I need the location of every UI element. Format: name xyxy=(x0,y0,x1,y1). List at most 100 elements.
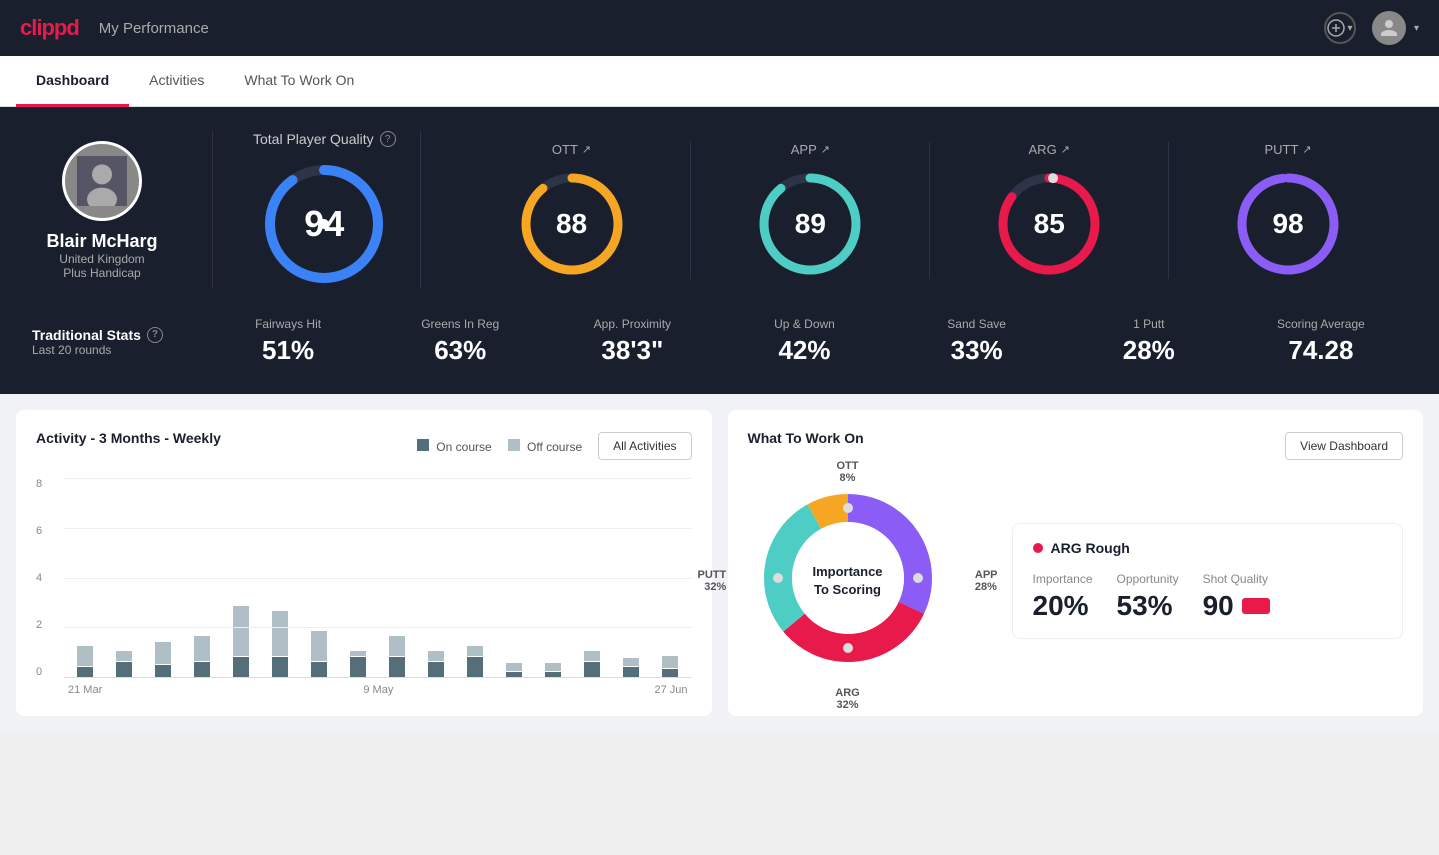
all-activities-button[interactable]: All Activities xyxy=(598,432,691,460)
detail-importance: Importance 20% xyxy=(1033,572,1093,622)
wtwo-header: What To Work On View Dashboard xyxy=(748,430,1404,462)
tpq-label: Total Player Quality ? xyxy=(253,131,396,147)
bar-off xyxy=(545,663,561,671)
app-label: APP ↗ xyxy=(791,142,830,157)
donut-center: Importance To Scoring xyxy=(812,562,882,598)
bar-off xyxy=(389,636,405,656)
bar-on xyxy=(662,669,678,677)
donut-label-putt: PUTT 32% xyxy=(698,569,727,593)
arg-circle: 85 xyxy=(994,169,1104,279)
header-title: My Performance xyxy=(99,20,209,37)
detail-card-wrapper: ARG Rough Importance 20% Opportunity 53%… xyxy=(1012,523,1404,639)
tpq-value: 94 xyxy=(304,203,344,245)
bar-off xyxy=(155,642,171,664)
logo-text: clippd xyxy=(20,15,79,41)
player-avatar xyxy=(62,141,142,221)
bar-off xyxy=(662,656,678,668)
ott-circle: 88 xyxy=(517,169,627,279)
chart-controls: On course Off course All Activities xyxy=(417,432,692,460)
bar-on xyxy=(311,662,327,677)
wtwo-panel: What To Work On View Dashboard OTT 8% PU… xyxy=(728,410,1424,716)
bar-off xyxy=(623,658,639,666)
legend-on-dot xyxy=(417,439,429,451)
donut-label-ott: OTT 8% xyxy=(837,460,859,484)
stat-updown: Up & Down 42% xyxy=(718,317,890,366)
metric-ott: OTT ↗ 88 xyxy=(453,142,692,279)
bar-off xyxy=(350,651,366,656)
bar-off xyxy=(584,651,600,661)
shot-quality-swatch xyxy=(1242,598,1270,614)
bar-off xyxy=(77,646,93,666)
bar-on xyxy=(272,657,288,677)
legend-off-course: Off course xyxy=(508,439,582,454)
stat-scoring: Scoring Average 74.28 xyxy=(1235,317,1407,366)
stat-oneputt: 1 Putt 28% xyxy=(1063,317,1235,366)
grid-line-4 xyxy=(64,578,692,579)
tabs-bar: Dashboard Activities What To Work On xyxy=(0,56,1439,107)
user-chevron: ▾ xyxy=(1414,23,1419,34)
bar-on xyxy=(194,662,210,677)
add-icon[interactable]: ▾ xyxy=(1324,12,1356,44)
player-handicap: Plus Handicap xyxy=(63,266,140,280)
bar-on xyxy=(623,667,639,677)
user-menu[interactable]: ▾ xyxy=(1372,11,1419,45)
tpq-circle: 94 xyxy=(259,159,389,289)
arg-label: ARG ↗ xyxy=(1029,142,1070,157)
user-icon xyxy=(1379,18,1399,38)
view-dashboard-button[interactable]: View Dashboard xyxy=(1285,432,1403,460)
stats-label-block: Traditional Stats ? Last 20 rounds xyxy=(32,327,202,357)
tab-activities[interactable]: Activities xyxy=(129,56,224,107)
grid-line-6 xyxy=(64,528,692,529)
putt-label: PUTT ↗ xyxy=(1264,142,1311,157)
chart-legend: On course Off course xyxy=(417,439,582,454)
putt-arrow-icon: ↗ xyxy=(1302,143,1311,156)
tab-what-to-work-on[interactable]: What To Work On xyxy=(224,56,374,107)
ott-label: OTT ↗ xyxy=(552,142,591,157)
bar-on xyxy=(77,667,93,677)
tpq-info-icon[interactable]: ? xyxy=(380,131,396,147)
player-photo xyxy=(77,156,127,206)
hero-section: Blair McHarg United Kingdom Plus Handica… xyxy=(0,107,1439,394)
bar-on xyxy=(389,657,405,677)
ott-arrow-icon: ↗ xyxy=(582,143,591,156)
grid-line-2 xyxy=(64,627,692,628)
logo[interactable]: clippd xyxy=(20,15,79,41)
plus-circle-icon xyxy=(1327,19,1345,37)
ott-value: 88 xyxy=(556,208,587,240)
putt-value: 98 xyxy=(1272,208,1303,240)
arg-value: 85 xyxy=(1034,208,1065,240)
donut-label-app: APP 28% xyxy=(975,569,998,593)
metric-arg: ARG ↗ 85 xyxy=(930,142,1169,279)
hero-top: Blair McHarg United Kingdom Plus Handica… xyxy=(32,131,1407,289)
bar-off xyxy=(116,651,132,661)
stat-greens: Greens In Reg 63% xyxy=(374,317,546,366)
stats-title: Traditional Stats ? xyxy=(32,327,202,343)
header: clippd My Performance ▾ ▾ xyxy=(0,0,1439,56)
metric-app: APP ↗ 89 xyxy=(691,142,930,279)
x-axis: 21 Mar 9 May 27 Jun xyxy=(64,678,692,696)
bar-off xyxy=(428,651,444,661)
player-info: Blair McHarg United Kingdom Plus Handica… xyxy=(32,141,172,280)
bar-on xyxy=(506,672,522,677)
bar-on xyxy=(428,662,444,677)
legend-on-course: On course xyxy=(417,439,492,454)
tab-dashboard[interactable]: Dashboard xyxy=(16,56,129,107)
stats-info-icon[interactable]: ? xyxy=(147,327,163,343)
bar-on xyxy=(467,657,483,677)
donut-label-arg: ARG 32% xyxy=(835,687,859,711)
bar-off xyxy=(233,606,249,656)
chart-header: Activity - 3 Months - Weekly On course O… xyxy=(36,430,692,462)
legend-off-dot xyxy=(508,439,520,451)
bar-off xyxy=(311,631,327,661)
add-chevron: ▾ xyxy=(1347,23,1352,34)
bar-off xyxy=(467,646,483,656)
bar-on xyxy=(584,662,600,677)
putt-circle: 98 xyxy=(1233,169,1343,279)
detail-dot-icon xyxy=(1033,543,1043,553)
stat-sandsave: Sand Save 33% xyxy=(891,317,1063,366)
bar-on xyxy=(155,665,171,677)
header-left: clippd My Performance xyxy=(20,15,209,41)
detail-shot-quality: Shot Quality 90 xyxy=(1203,572,1270,622)
wtwo-title: What To Work On xyxy=(748,430,864,446)
bar-on xyxy=(233,657,249,677)
